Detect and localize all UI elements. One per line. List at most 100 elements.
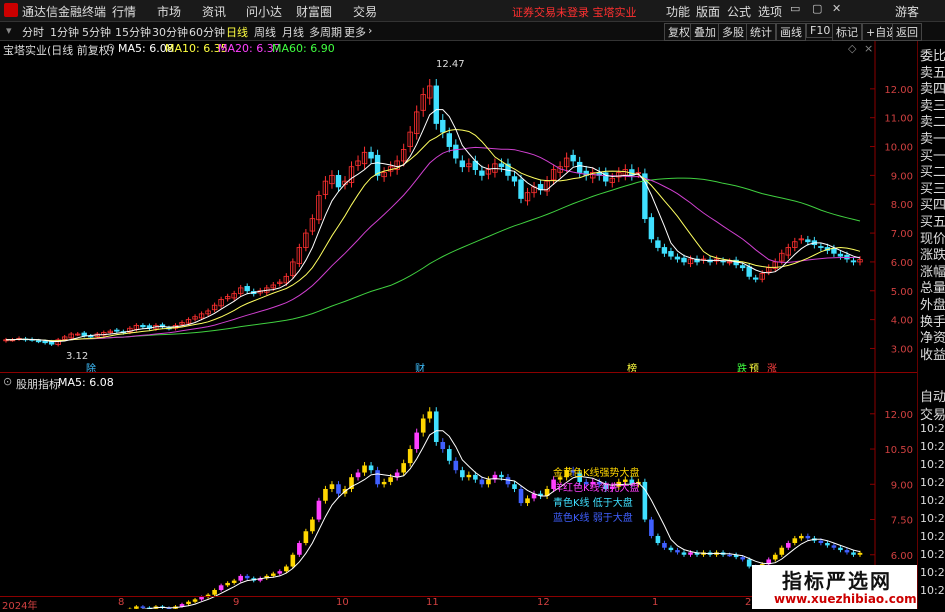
candle-body <box>36 341 41 342</box>
sub-candle-body <box>832 545 837 547</box>
sub-candle-body <box>519 489 524 503</box>
sub-candle-body <box>480 480 485 485</box>
legend-magenta: 洋红色K线领先大盘 <box>553 479 640 494</box>
candle-body <box>740 266 745 268</box>
sub-y-tick-label: 12.00 <box>884 410 913 421</box>
y-tick-label: 7.00 <box>891 229 913 240</box>
sub-candle-body <box>245 576 250 578</box>
sub-candle-body <box>271 574 276 576</box>
sub-candle-body <box>323 489 328 501</box>
sub-candle-body <box>825 543 830 545</box>
quote-field-18: 收益 <box>920 344 945 363</box>
y-tick-label: 10.00 <box>884 143 913 154</box>
ma5-line <box>6 110 860 342</box>
sub-candle-body <box>656 536 661 543</box>
sub-candle-body <box>232 581 237 583</box>
candle-body <box>577 162 582 172</box>
trade-log-0: 自动 <box>920 386 945 405</box>
sub-candle-body <box>727 555 732 557</box>
sub-candle-body <box>512 484 517 489</box>
sub-candle-body <box>310 520 315 532</box>
legend-cyan: 青色K线 低于大盘 <box>553 494 633 509</box>
sub-candle-body <box>369 465 374 470</box>
sub-candle-body <box>382 482 387 484</box>
candle-body <box>819 247 824 248</box>
date-label-dec: 12 <box>537 597 550 608</box>
kline-chart[interactable]: 12.0011.0010.009.008.007.006.005.004.003… <box>0 0 945 609</box>
candle-body <box>851 261 856 262</box>
date-label-oct: 10 <box>336 597 349 608</box>
sub-y-tick-label: 7.50 <box>891 516 913 527</box>
candle-body <box>519 180 524 199</box>
sub-candle-body <box>819 541 824 543</box>
sub-candle-body <box>401 463 406 472</box>
sub-candle-body <box>434 411 439 442</box>
y-tick-label: 11.00 <box>884 114 913 125</box>
candle-body <box>669 251 674 256</box>
sub-candle-body <box>414 433 419 449</box>
sub-candle-body <box>851 552 856 554</box>
sub-candle-body <box>388 477 393 482</box>
candle-body <box>662 248 667 254</box>
candle-body <box>43 341 48 342</box>
trade-log-1: 交易 <box>920 404 945 423</box>
candle-body <box>480 171 485 175</box>
sub-candle-body <box>786 543 791 548</box>
sub-candle-body <box>669 548 674 550</box>
trade-log-5: 10:29 <box>920 476 945 489</box>
sub-candle-body <box>793 538 798 543</box>
sub-candle-body <box>454 461 459 470</box>
sub-candle-body <box>297 543 302 555</box>
candle-body <box>499 164 504 167</box>
y-tick-label: 3.00 <box>891 344 913 355</box>
candle-body <box>141 325 146 326</box>
sub-candle-body <box>284 567 289 572</box>
watermark-logo: 指标严选网 www.xuezhibiao.com <box>752 565 917 609</box>
date-label-nov: 11 <box>426 597 439 608</box>
high-price-label: 12.47 <box>436 59 465 70</box>
quote-side-panel: 委比卖五卖四卖三卖二卖一买一买二买三买四买五现价涨跌涨幅总量外盘换手净资收益自动… <box>917 41 945 609</box>
date-label-feb: 2 <box>745 597 751 608</box>
y-tick-label: 9.00 <box>891 171 913 182</box>
sub-candle-body <box>427 411 432 418</box>
trade-log-2: 10:29 <box>920 422 945 435</box>
sub-candle-body <box>649 520 654 536</box>
trade-log-9: 10:29 <box>920 548 945 561</box>
date-label-jan: 1 <box>652 597 658 608</box>
legend-blue: 蓝色K线 弱于大盘 <box>553 509 633 524</box>
candle-body <box>682 258 687 262</box>
sub-candle-body <box>688 552 693 554</box>
candle-body <box>115 330 120 331</box>
ma10-line <box>6 130 860 341</box>
sub-candle-body <box>356 473 361 478</box>
sub-candle-body <box>421 418 426 432</box>
ma60-line <box>6 178 860 341</box>
y-tick-label: 8.00 <box>891 200 913 211</box>
indicator-settings-icon[interactable]: ⊙ <box>3 375 12 388</box>
sub-y-tick-label: 9.00 <box>891 480 913 491</box>
sub-candle-body <box>238 576 243 581</box>
candle-body <box>440 120 445 132</box>
y-tick-label: 6.00 <box>891 258 913 269</box>
sub-ma5-line <box>6 431 860 609</box>
watermark-title: 指标严选网 <box>782 565 892 594</box>
candle-body <box>369 152 374 158</box>
sub-y-tick-label: 10.50 <box>884 445 913 456</box>
sub-candle-body <box>779 548 784 555</box>
date-label-aug: 8 <box>118 597 124 608</box>
pane-divider[interactable] <box>0 372 917 373</box>
sub-candle-body <box>467 475 472 477</box>
date-label-2024: 2024年 <box>2 597 37 612</box>
sub-candle-body <box>212 590 217 595</box>
sub-candle-body <box>440 442 445 449</box>
candle-body <box>753 278 758 279</box>
sub-candle-body <box>375 470 380 484</box>
sub-candle-body <box>858 553 863 555</box>
ma20-line <box>6 147 860 340</box>
sub-candle-body <box>838 548 843 550</box>
trade-log-10: 10:29 <box>920 566 945 579</box>
indicator-title[interactable]: 股朋指标 <box>16 376 60 392</box>
trade-log-6: 10:29 <box>920 494 945 507</box>
sub-candle-body <box>806 536 811 538</box>
sub-candle-body <box>291 555 296 567</box>
